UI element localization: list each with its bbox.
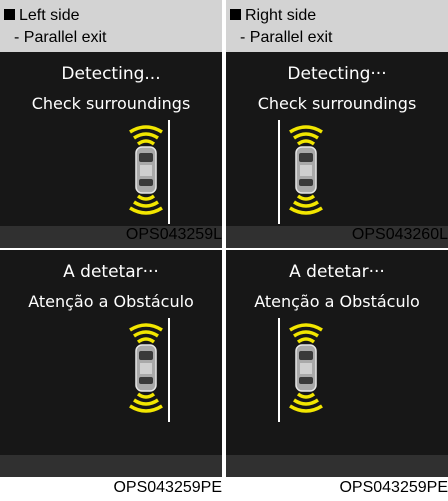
figure-code: OPS043259L [125, 226, 222, 243]
cluster-display: Detecting... Check surroundings [0, 52, 222, 248]
car-sensor-icon [289, 125, 323, 215]
lane-line [168, 120, 170, 224]
figure-code: OPS043259PE [339, 479, 448, 496]
display-bottom-bar [0, 455, 222, 477]
cluster-display: A detetar··· Atenção a Obstáculo [0, 250, 222, 477]
panel-header: Right side - Parallel exit [226, 0, 448, 52]
warning-line: Check surroundings [257, 94, 417, 113]
header-title: Right side [245, 7, 317, 24]
display-bottom-bar [226, 455, 448, 477]
status-line: Detecting··· [287, 64, 387, 84]
figure-code: OPS043260L [351, 226, 448, 243]
header-title: Left side [19, 7, 80, 24]
header-subtitle: - Parallel exit [14, 29, 107, 46]
car-sensor-icon [289, 323, 323, 413]
warning-line: Atenção a Obstáculo [28, 292, 194, 311]
header-subtitle: - Parallel exit [240, 29, 333, 46]
status-line: A detetar··· [63, 262, 159, 282]
warning-line: Check surroundings [31, 94, 191, 113]
lane-line [278, 318, 280, 422]
figure-code: OPS043259PE [113, 479, 222, 496]
bullet-square-icon [230, 9, 241, 20]
status-line: A detetar··· [289, 262, 385, 282]
lane-line [278, 120, 280, 224]
lane-line [168, 318, 170, 422]
cluster-display: A detetar··· Atenção a Obstáculo [226, 250, 448, 477]
car-sensor-icon [129, 323, 163, 413]
cluster-display: Detecting··· Check surroundings [226, 52, 448, 248]
bullet-square-icon [4, 9, 15, 20]
warning-line: Atenção a Obstáculo [254, 292, 420, 311]
status-line: Detecting... [61, 64, 161, 84]
car-sensor-icon [129, 125, 163, 215]
panel-header: Left side - Parallel exit [0, 0, 222, 52]
